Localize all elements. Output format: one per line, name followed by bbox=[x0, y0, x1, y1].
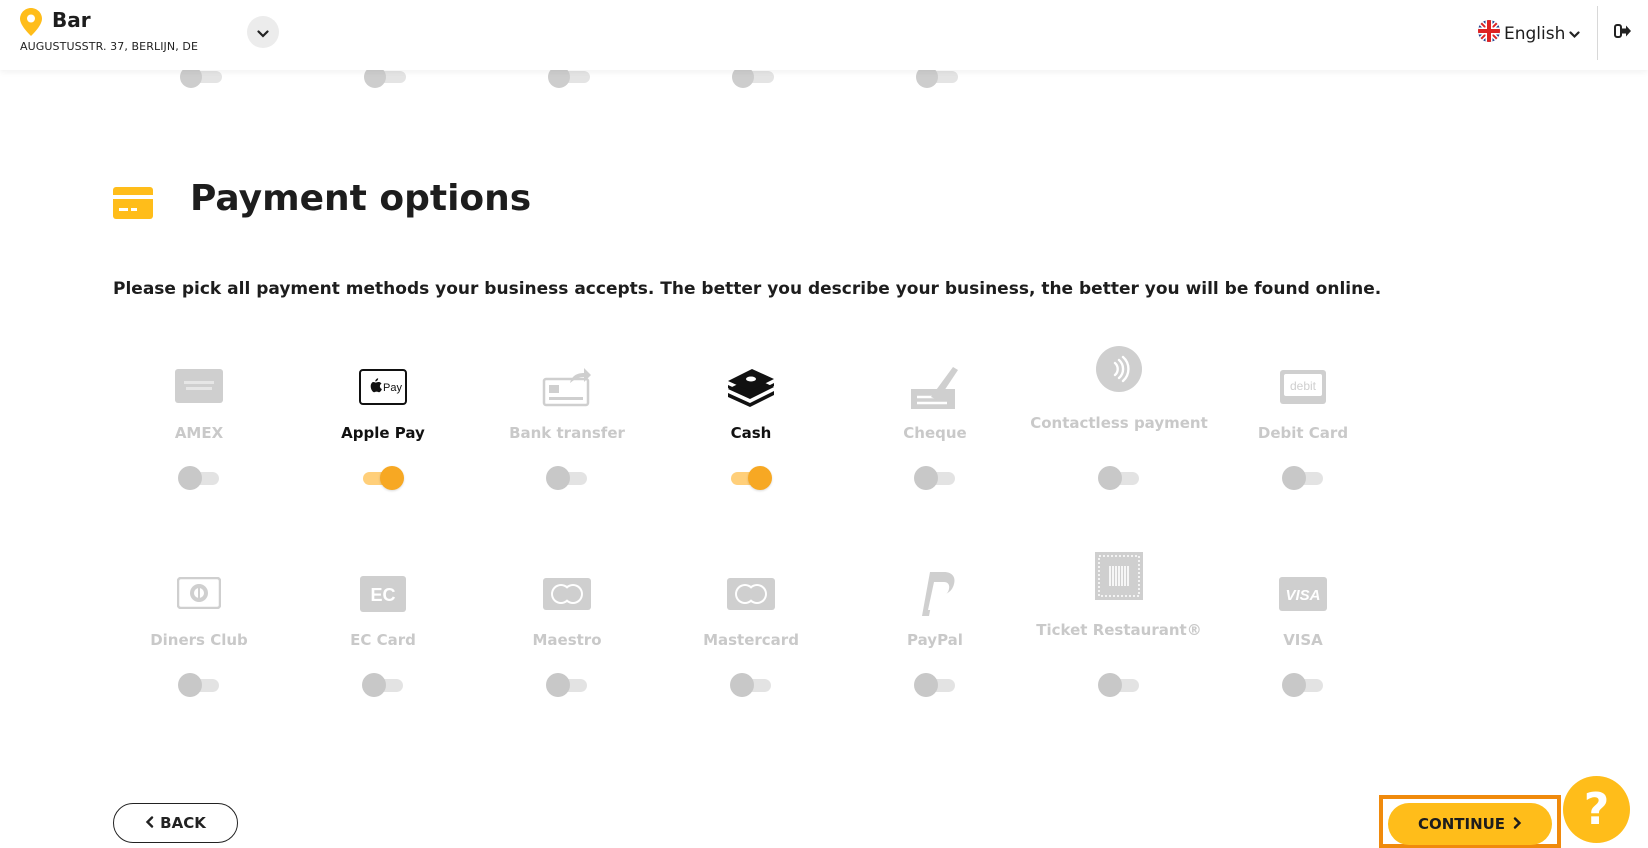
payment-label: Apple Pay bbox=[341, 424, 425, 442]
logout-icon[interactable] bbox=[1614, 22, 1632, 44]
payment-option-diners-club[interactable]: Diners Club bbox=[107, 562, 291, 712]
payment-label: Bank transfer bbox=[509, 424, 625, 442]
payment-label: Maestro bbox=[532, 631, 602, 649]
payment-toggle[interactable] bbox=[1098, 465, 1140, 491]
payment-label: AMEX bbox=[174, 424, 224, 442]
payment-option-paypal[interactable]: PayPal bbox=[843, 562, 1027, 712]
svg-text:Pay: Pay bbox=[383, 382, 402, 394]
chevron-down-icon bbox=[1569, 24, 1580, 44]
svg-text:EC: EC bbox=[370, 585, 395, 605]
payment-label: Cash bbox=[730, 424, 772, 442]
payment-option-visa[interactable]: VISA VISA bbox=[1211, 562, 1395, 712]
payment-toggle[interactable] bbox=[1098, 672, 1140, 698]
payment-toggle[interactable] bbox=[730, 672, 772, 698]
payment-toggle[interactable] bbox=[730, 465, 772, 491]
payment-label: Ticket Restaurant® bbox=[1036, 621, 1202, 639]
diners-club-icon bbox=[107, 577, 291, 609]
page-title: Payment options bbox=[190, 178, 532, 219]
continue-button-label: CONTINUE bbox=[1417, 815, 1506, 833]
chevron-right-icon bbox=[1513, 815, 1522, 833]
payment-label: Diners Club bbox=[150, 631, 248, 649]
cash-stack-icon bbox=[659, 367, 843, 407]
payment-option-debit-card[interactable]: debit Debit Card bbox=[1211, 355, 1395, 505]
language-label: English bbox=[1504, 23, 1566, 44]
payment-label: EC Card bbox=[350, 631, 416, 649]
back-button-label: BACK bbox=[160, 814, 206, 832]
instruction-text: Please pick all payment methods your bus… bbox=[113, 279, 1382, 299]
payment-toggle[interactable] bbox=[914, 672, 956, 698]
header-divider bbox=[1597, 6, 1598, 60]
payment-option-bank-transfer[interactable]: Bank transfer bbox=[475, 355, 659, 505]
help-button[interactable]: ? bbox=[1563, 776, 1630, 843]
payment-option-contactless[interactable]: Contactless payment bbox=[1027, 346, 1211, 505]
payment-toggle[interactable] bbox=[362, 672, 404, 698]
amex-card-icon bbox=[107, 369, 291, 403]
payment-label: Debit Card bbox=[1257, 424, 1349, 442]
payment-option-ec-card[interactable]: EC EC Card bbox=[291, 562, 475, 712]
payment-option-apple-pay[interactable]: Pay Apple Pay bbox=[291, 355, 475, 505]
cheque-icon bbox=[843, 363, 1027, 411]
payment-label: Contactless payment bbox=[1030, 414, 1208, 432]
business-name: Bar bbox=[52, 8, 91, 32]
payment-label: Mastercard bbox=[703, 631, 799, 649]
payment-toggle[interactable] bbox=[914, 465, 956, 491]
maestro-icon bbox=[475, 578, 659, 610]
apple-pay-icon: Pay bbox=[291, 369, 475, 405]
payment-toggle[interactable] bbox=[546, 672, 588, 698]
business-switcher-button[interactable] bbox=[247, 16, 279, 48]
contactless-icon bbox=[1027, 345, 1211, 393]
svg-text:VISA: VISA bbox=[1285, 587, 1320, 604]
debit-card-icon: debit bbox=[1211, 369, 1395, 405]
chevron-down-icon bbox=[257, 23, 269, 42]
business-address: AUGUSTUSSTR. 37, BERLIJN, DE bbox=[20, 40, 199, 53]
mastercard-icon bbox=[659, 578, 843, 610]
payment-option-cash[interactable]: Cash bbox=[659, 355, 843, 505]
paypal-icon bbox=[843, 570, 1027, 618]
continue-button[interactable]: CONTINUE bbox=[1388, 803, 1552, 845]
payment-option-cheque[interactable]: Cheque bbox=[843, 355, 1027, 505]
uk-flag-icon bbox=[1478, 20, 1500, 47]
payment-toggle[interactable] bbox=[1282, 465, 1324, 491]
payment-toggle[interactable] bbox=[546, 465, 588, 491]
payment-option-mastercard[interactable]: Mastercard bbox=[659, 562, 843, 712]
payment-option-maestro[interactable]: Maestro bbox=[475, 562, 659, 712]
payment-toggle[interactable] bbox=[1282, 672, 1324, 698]
chevron-left-icon bbox=[145, 814, 154, 832]
top-bar: Bar AUGUSTUSSTR. 37, BERLIJN, DE English bbox=[0, 0, 1648, 70]
payment-option-amex[interactable]: AMEX bbox=[107, 355, 291, 505]
payment-toggle[interactable] bbox=[178, 672, 220, 698]
language-selector[interactable]: English bbox=[1478, 20, 1580, 47]
ec-card-icon: EC bbox=[291, 576, 475, 612]
credit-card-icon bbox=[113, 187, 153, 223]
payment-toggle[interactable] bbox=[178, 465, 220, 491]
back-button[interactable]: BACK bbox=[113, 803, 238, 843]
svg-text:debit: debit bbox=[1290, 379, 1317, 393]
payment-label: VISA bbox=[1283, 631, 1323, 649]
bank-transfer-icon bbox=[475, 363, 659, 407]
location-pin-icon bbox=[20, 8, 42, 40]
question-mark-icon: ? bbox=[1583, 784, 1610, 835]
payment-option-ticket-restaurant[interactable]: Ticket Restaurant® bbox=[1027, 552, 1211, 712]
payment-label: PayPal bbox=[907, 631, 963, 649]
ticket-restaurant-icon bbox=[1027, 552, 1211, 600]
visa-icon: VISA bbox=[1211, 577, 1395, 611]
payment-toggle[interactable] bbox=[362, 465, 404, 491]
payment-label: Cheque bbox=[903, 424, 967, 442]
